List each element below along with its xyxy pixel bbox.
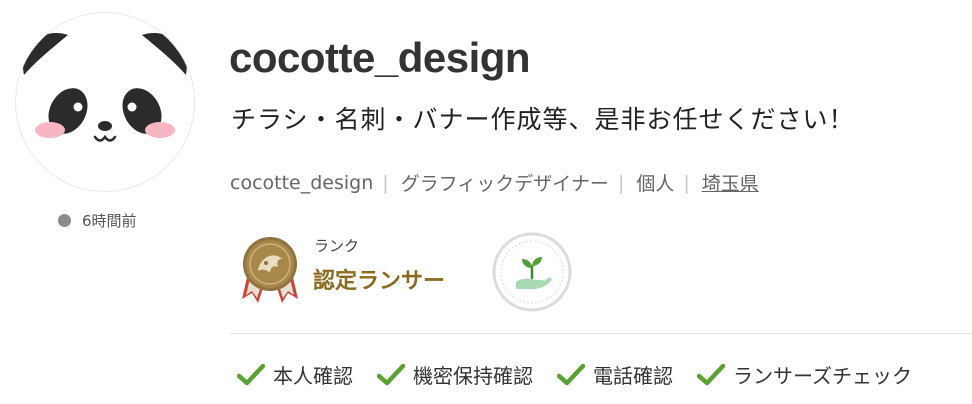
panda-face-icon [23,32,187,142]
verification-item-phone: 電話確認 [557,360,673,389]
verification-label: 電話確認 [593,364,673,388]
meta-location-link[interactable]: 埼玉県 [702,169,759,196]
avatar[interactable] [15,12,195,192]
verification-item-identity: 本人確認 [237,360,353,389]
profile-catchphrase: チラシ・名刺・バナー作成等、是非お任せください！ [231,105,855,134]
profile-username: cocotte_design [229,34,531,81]
meta-separator: | [382,171,389,194]
check-icon [557,363,585,385]
meta-occupation: グラフィックデザイナー [400,173,609,195]
section-divider [230,333,972,334]
rank-caption: ランク [314,237,360,255]
verification-label: ランサーズチェック [733,364,912,388]
presence-status: 6時間前 [58,210,137,231]
sprout-hand-icon[interactable] [492,232,572,312]
meta-separator: | [617,171,625,194]
status-dot-icon [58,214,71,227]
certified-medal-icon [240,235,300,305]
verification-item-lancers-check: ランサーズチェック [697,360,912,389]
meta-separator: | [683,171,690,194]
profile-meta: cocotte_design | グラフィックデザイナー | 個人 | 埼玉県 [230,169,759,196]
meta-entity-type: 個人 [636,173,675,195]
check-icon [697,363,725,385]
last-active-time: 6時間前 [82,212,137,230]
verification-label: 機密保持確認 [413,364,533,388]
meta-display-name: cocotte_design [230,171,374,194]
check-icon [237,363,265,385]
verification-label: 本人確認 [273,364,353,388]
rank-name: 認定ランサー [313,269,446,294]
verification-item-confidentiality: 機密保持確認 [377,360,533,389]
check-icon [377,363,405,385]
verification-list: 本人確認 機密保持確認 電話確認 ランサーズチェック [237,360,912,389]
